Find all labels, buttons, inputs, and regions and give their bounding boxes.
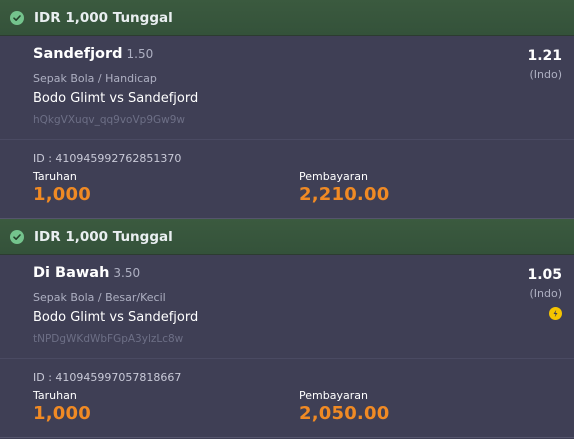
selection: Sandefjord 1.50 — [33, 46, 153, 62]
live-bolt-icon — [549, 307, 562, 320]
payout-value: 2,050.00 — [299, 403, 390, 424]
bet-summary: ID : 410945992762851370 Taruhan 1,000 Pe… — [0, 140, 574, 219]
stake-value: 1,000 — [33, 184, 91, 205]
bet-id: ID : 410945992762851370 — [33, 152, 182, 165]
selection-name: Sandefjord — [33, 46, 123, 62]
ticket-code: tNPDgWKdWbFGpA3ylzLc8w — [33, 333, 184, 345]
odds-value: 1.21 — [527, 48, 562, 64]
ticket-code: hQkgVXuqv_qq9voVp9Gw9w — [33, 114, 185, 126]
selection: Di Bawah 3.50 — [33, 265, 140, 281]
handicap-value: 3.50 — [113, 266, 141, 280]
payout-label: Pembayaran — [299, 170, 368, 183]
stake-value: 1,000 — [33, 403, 91, 424]
bet-details: Di Bawah 3.50 1.05 (Indo) Sepak Bola / Be… — [0, 255, 574, 359]
bet-card-1: IDR 1,000 Tunggal Sandefjord 1.50 1.21 (I… — [0, 0, 574, 219]
selection-name: Di Bawah — [33, 265, 110, 281]
payout-label: Pembayaran — [299, 389, 368, 402]
sport-market: Sepak Bola / Besar/Kecil — [33, 291, 166, 304]
match-name: Bodo Glimt vs Sandefjord — [33, 310, 199, 325]
bet-card-2: IDR 1,000 Tunggal Di Bawah 3.50 1.05 (Ind… — [0, 219, 574, 438]
payout-value: 2,210.00 — [299, 184, 390, 205]
stake-label: Taruhan — [33, 170, 77, 183]
sport-market: Sepak Bola / Handicap — [33, 72, 157, 85]
handicap-value: 1.50 — [126, 47, 154, 61]
bet-header-title: IDR 1,000 Tunggal — [34, 9, 173, 26]
odds-type: (Indo) — [529, 287, 562, 300]
bet-header[interactable]: IDR 1,000 Tunggal — [0, 219, 574, 255]
bet-header-title: IDR 1,000 Tunggal — [34, 228, 173, 245]
bet-id: ID : 410945997057818667 — [33, 371, 182, 384]
check-circle-icon — [10, 10, 24, 25]
bet-details: Sandefjord 1.50 1.21 (Indo) Sepak Bola / … — [0, 36, 574, 140]
check-circle-icon — [10, 229, 24, 244]
bet-summary: ID : 410945997057818667 Taruhan 1,000 Pe… — [0, 359, 574, 438]
bet-slip-list: IDR 1,000 Tunggal Sandefjord 1.50 1.21 (I… — [0, 0, 574, 439]
bet-header[interactable]: IDR 1,000 Tunggal — [0, 0, 574, 36]
odds-type: (Indo) — [529, 68, 562, 81]
match-name: Bodo Glimt vs Sandefjord — [33, 91, 199, 106]
odds-value: 1.05 — [527, 267, 562, 283]
stake-label: Taruhan — [33, 389, 77, 402]
